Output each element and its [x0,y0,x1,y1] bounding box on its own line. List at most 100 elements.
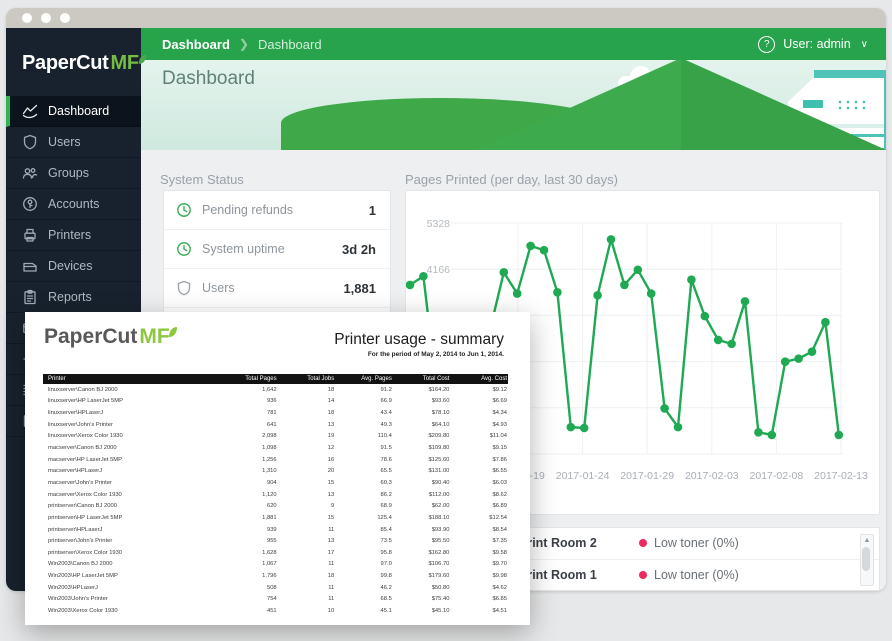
page-banner: Dashboard [141,60,886,151]
breadcrumb-dashboard-current[interactable]: Dashboard [258,37,322,52]
data-point [754,428,763,437]
chevron-down-icon[interactable]: ∨ [861,39,868,50]
report-table-row: macserver\HP LaserJet 5MP1,2561678.6$125… [43,454,508,466]
report-table-row: linuxserver\Xerox Color 19302,09819110.4… [43,431,508,443]
data-point [714,336,723,345]
chevron-right-icon: ❯ [239,37,249,51]
leaf-icon [138,48,147,59]
report-table-row: Win2003\Canon BJ 20001,0671197.0$106.70$… [43,559,508,571]
app-logo-primary: PaperCut [22,52,109,74]
report-table-row: macserver\HPLaserJ1,3102065.5$131.00$6.5… [43,465,508,477]
window-dot[interactable] [41,13,51,23]
status-value: 3d 2h [342,242,376,257]
data-point [727,340,736,349]
scrollbar[interactable]: ▲ [860,534,874,586]
low-toner-badge: Low toner (0%) [639,536,739,550]
help-icon[interactable]: ? [758,36,775,53]
report-subtitle: For the period of May 2, 2014 to Jun 1, … [334,351,504,358]
x-tick-label: 2017-02-13 [814,470,868,482]
data-point [768,431,777,440]
report-table-row: macserver\John's Printer9041560.3$90.40$… [43,477,508,489]
report-table-row: linuxserver\John's Printer6411349.3$64.1… [43,419,508,431]
data-point [808,347,817,356]
pages-printed-title: Pages Printed (per day, last 30 days) [405,172,618,187]
sidebar-item-label: Users [48,135,81,149]
sidebar-item-label: Dashboard [48,104,109,118]
sidebar-item-users[interactable]: Users [6,127,141,158]
y-tick-label: 5328 [427,218,451,230]
data-point [553,288,562,297]
window-dot[interactable] [22,13,32,23]
report-logo: PaperCutMF [44,325,178,349]
user-menu[interactable]: User: admin [783,37,850,51]
leaf-icon [168,320,178,332]
scroll-up-icon[interactable]: ▲ [861,537,873,544]
report-table-row: Win2003\HPLaserJ5081146.2$50.80$4.62 [43,582,508,594]
groups-icon [22,165,38,181]
sidebar-item-label: Groups [48,166,89,180]
y-tick-label: 4166 [427,264,451,276]
data-point [500,268,509,277]
sidebar-item-reports[interactable]: Reports [6,282,141,313]
breadcrumb-dashboard[interactable]: Dashboard [162,37,230,52]
data-point [620,281,629,290]
window-titlebar [6,8,886,28]
printer-usage-report: PaperCutMF Printer usage - summary For t… [25,312,530,625]
data-point [647,289,656,298]
page-title: Dashboard [162,68,255,90]
alert-dot-icon [639,539,647,547]
data-point [567,423,576,432]
data-point [540,246,549,255]
data-point [781,357,790,366]
scrollbar-thumb[interactable] [862,547,870,571]
x-tick-label: 2017-01-29 [620,470,674,482]
dashboard-icon [22,103,38,119]
report-logo-primary: PaperCut [44,325,137,348]
sidebar-item-devices[interactable]: Devices [6,251,141,282]
data-point [607,235,616,244]
sidebar-item-printers[interactable]: Printers [6,220,141,251]
reports-icon [22,289,38,305]
sidebar-item-label: Reports [48,290,92,304]
sidebar-item-accounts[interactable]: Accounts [6,189,141,220]
users-icon [22,134,38,150]
report-table-header: PrinterTotal PagesTotal JobsAvg. PagesTo… [43,374,508,384]
x-tick-label: 2017-01-24 [556,470,610,482]
x-tick-label: 2017-02-08 [750,470,804,482]
sidebar-item-label: Accounts [48,197,99,211]
data-point [526,242,535,251]
status-row-pending-refunds: Pending refunds1 [164,191,390,230]
report-table-row: printserver\HP LaserJet 5MP1,88115125.4$… [43,512,508,524]
topbar-right: ? User: admin ∨ [758,36,868,53]
report-table-row: macserver\Xerox Color 19301,1201386.2$11… [43,489,508,501]
status-row-users: Users1,881 [164,269,390,308]
mountain-illustration [476,60,886,150]
data-point [580,424,589,433]
report-title: Printer usage - summary [334,331,504,349]
alert-dot-icon [639,571,647,579]
data-point [674,423,683,432]
data-point [660,404,669,413]
system-status-title: System Status [160,172,244,187]
data-point [794,354,803,363]
printers-icon [22,227,38,243]
sidebar-item-groups[interactable]: Groups [6,158,141,189]
report-table-row: printserver\HPLaserJ9391185.4$93.90$8.54 [43,524,508,536]
sidebar-item-label: Devices [48,259,92,273]
report-logo-suffix: MF [139,325,169,348]
report-table-row: Win2003\HP LaserJet 5MP1,7961899.8$179.6… [43,570,508,582]
window-dot[interactable] [60,13,70,23]
data-point [419,272,428,281]
report-table-row: linuxserver\HPLaserJ7811843.4$78.10$4.34 [43,407,508,419]
report-table-row: printserver\John's Printer9551373.5$95.5… [43,535,508,547]
devices-icon [22,258,38,274]
report-table-row: Win2003\Xerox Color 19304511045.1$45.10$… [43,605,508,617]
data-point [687,275,696,284]
sidebar-item-dashboard[interactable]: Dashboard [6,96,141,127]
report-table: PrinterTotal PagesTotal JobsAvg. PagesTo… [43,374,508,617]
accounts-icon [22,196,38,212]
data-point [741,297,750,306]
sidebar-item-label: Printers [48,228,91,242]
x-tick-label: 2017-02-03 [685,470,739,482]
low-toner-badge: Low toner (0%) [639,568,739,582]
